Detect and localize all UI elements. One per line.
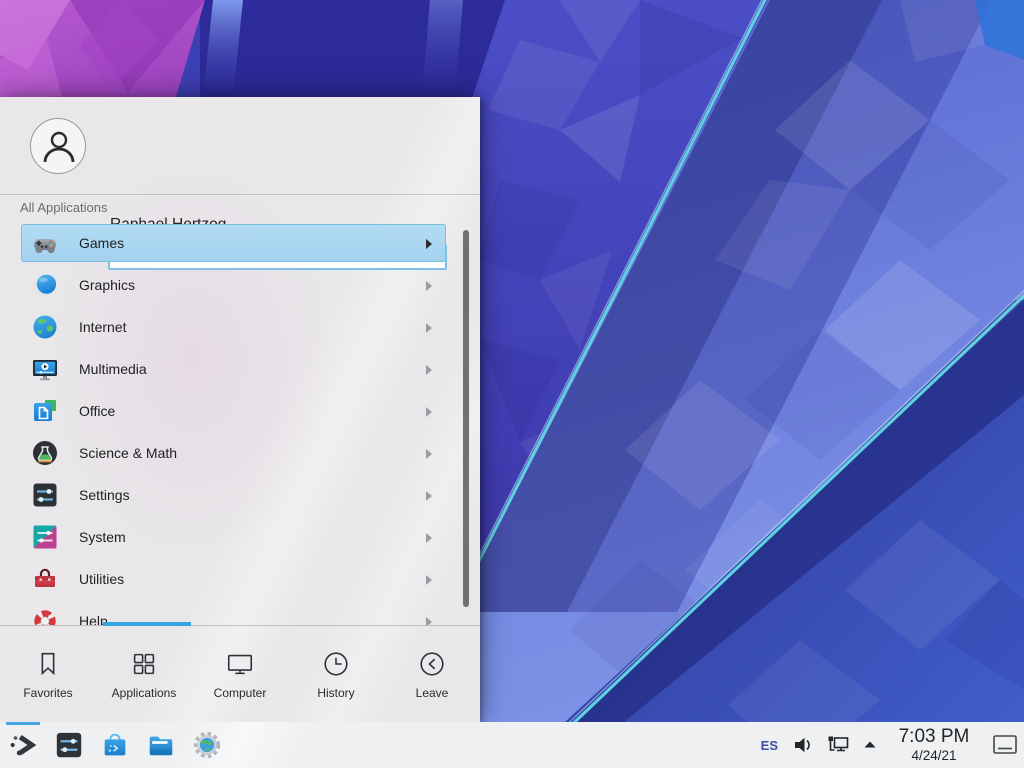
system-settings-button[interactable] xyxy=(46,722,92,768)
tab-history[interactable]: History xyxy=(288,626,384,722)
utilities-icon xyxy=(31,565,59,593)
category-multimedia[interactable]: Multimedia xyxy=(21,350,446,388)
submenu-arrow-icon xyxy=(426,617,432,625)
computer-icon xyxy=(225,649,255,679)
tab-label: Favorites xyxy=(23,686,72,700)
system-tray: ES xyxy=(761,722,1024,768)
category-utilities[interactable]: Utilities xyxy=(21,560,446,598)
user-icon xyxy=(41,128,77,166)
tab-leave[interactable]: Leave xyxy=(384,626,480,722)
taskbar-panel: ES xyxy=(0,722,1024,768)
submenu-arrow-icon xyxy=(426,323,432,333)
science-icon xyxy=(31,439,59,467)
applications-icon xyxy=(129,649,159,679)
category-system[interactable]: System xyxy=(21,518,446,556)
graphics-icon xyxy=(31,271,59,299)
submenu-arrow-icon xyxy=(426,449,432,459)
show-desktop-icon xyxy=(992,734,1018,756)
tab-favorites[interactable]: Favorites xyxy=(0,626,96,722)
submenu-arrow-icon xyxy=(426,575,432,585)
submenu-arrow-icon xyxy=(426,407,432,417)
category-label: Internet xyxy=(79,319,126,335)
kicker-icon xyxy=(8,730,38,760)
category-label: Games xyxy=(79,235,124,251)
browser-globe-gear-icon xyxy=(192,730,222,760)
submenu-arrow-icon xyxy=(426,533,432,543)
category-help[interactable]: Help xyxy=(21,602,446,625)
tab-label: Applications xyxy=(112,686,177,700)
application-launcher-menu: Raphael Hertzog All Applications Games xyxy=(0,97,480,722)
category-label: Graphics xyxy=(79,277,135,293)
kickoff-tabbar: Favorites Applications C xyxy=(0,626,480,722)
tab-label: Computer xyxy=(214,686,267,700)
category-list: Games Graphics xyxy=(0,219,480,625)
clock-date: 4/24/21 xyxy=(890,749,978,763)
tab-label: Leave xyxy=(416,686,449,700)
category-label: Settings xyxy=(79,487,130,503)
submenu-arrow-icon xyxy=(426,491,432,501)
clock-time: 7:03 PM xyxy=(890,727,978,746)
category-label: Utilities xyxy=(79,571,124,587)
category-office[interactable]: Office xyxy=(21,392,446,430)
show-desktop-button[interactable] xyxy=(988,722,1022,768)
application-launcher-button[interactable] xyxy=(0,722,46,768)
submenu-arrow-icon xyxy=(426,365,432,375)
category-games[interactable]: Games xyxy=(21,224,446,262)
header-separator xyxy=(0,194,480,195)
file-manager-button[interactable] xyxy=(138,722,184,768)
discover-button[interactable] xyxy=(92,722,138,768)
launcher-active-indicator xyxy=(6,722,40,725)
leave-icon xyxy=(417,649,447,679)
submenu-arrow-icon xyxy=(426,239,432,249)
history-icon xyxy=(321,649,351,679)
category-label: Multimedia xyxy=(79,361,147,377)
panel-launchers xyxy=(0,722,230,768)
category-settings[interactable]: Settings xyxy=(21,476,446,514)
web-browser-button[interactable] xyxy=(184,722,230,768)
user-avatar xyxy=(30,118,86,174)
category-label: Science & Math xyxy=(79,445,177,461)
category-science-math[interactable]: Science & Math xyxy=(21,434,446,472)
folder-icon xyxy=(146,730,176,760)
settings-icon xyxy=(31,481,59,509)
category-internet[interactable]: Internet xyxy=(21,308,446,346)
submenu-arrow-icon xyxy=(426,281,432,291)
games-icon xyxy=(31,229,59,257)
expand-tray-caret[interactable] xyxy=(862,737,878,753)
category-graphics[interactable]: Graphics xyxy=(21,266,446,304)
help-icon xyxy=(31,607,59,625)
system-icon xyxy=(31,523,59,551)
network-icon[interactable] xyxy=(826,734,850,756)
system-settings-icon xyxy=(54,730,84,760)
section-label: All Applications xyxy=(20,200,107,215)
keyboard-layout-indicator[interactable]: ES xyxy=(761,738,778,753)
internet-icon xyxy=(31,313,59,341)
category-list-scrollbar[interactable] xyxy=(463,230,469,607)
category-label: Office xyxy=(79,403,115,419)
tab-applications[interactable]: Applications xyxy=(96,626,192,722)
tab-computer[interactable]: Computer xyxy=(192,626,288,722)
tab-label: History xyxy=(317,686,354,700)
volume-icon[interactable] xyxy=(792,734,814,756)
digital-clock[interactable]: 7:03 PM 4/24/21 xyxy=(890,727,978,763)
favorites-icon xyxy=(33,649,63,679)
office-icon xyxy=(31,397,59,425)
category-label: System xyxy=(79,529,126,545)
multimedia-icon xyxy=(31,355,59,383)
desktop: Raphael Hertzog All Applications Games xyxy=(0,0,1024,768)
discover-icon xyxy=(100,730,130,760)
